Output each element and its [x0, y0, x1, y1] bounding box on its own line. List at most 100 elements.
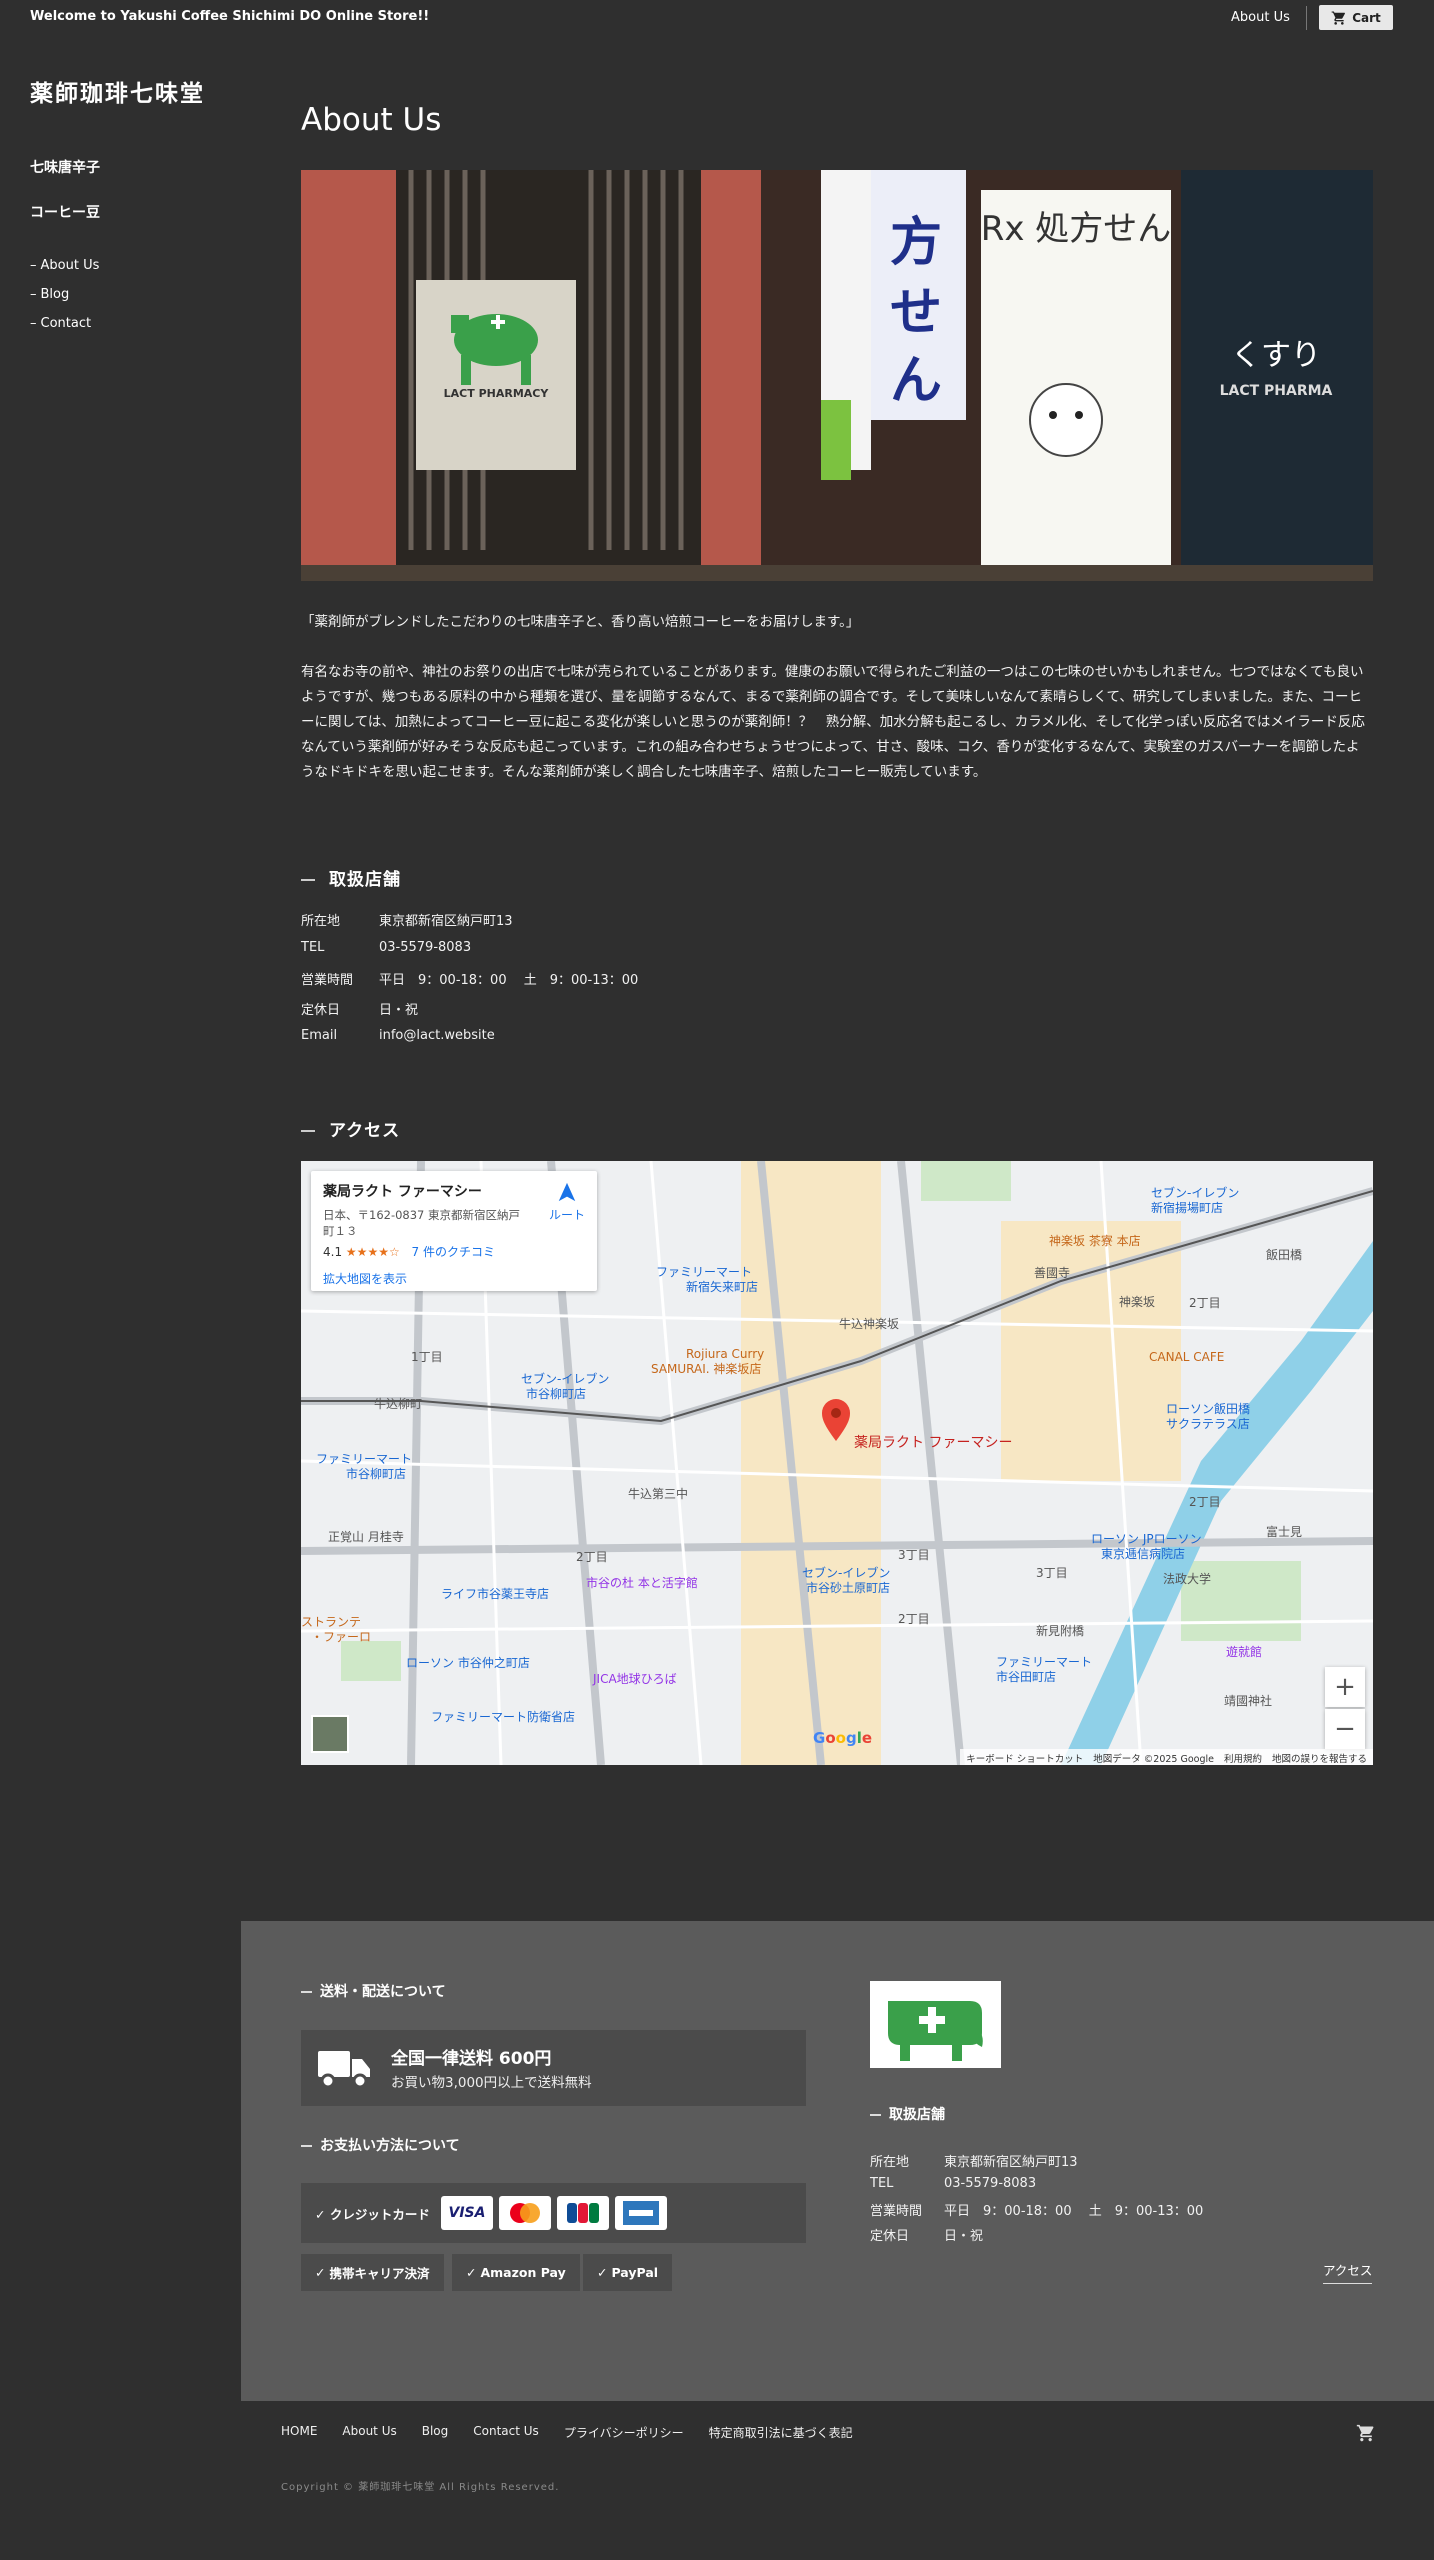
footer-row-address: 所在地 東京都新宿区納戸町13: [870, 2155, 1078, 2170]
brand-logo: [870, 1981, 1001, 2068]
mastercard-icon: [499, 2196, 551, 2230]
svg-text:市谷柳町店: 市谷柳町店: [526, 1386, 586, 1401]
zoom-out-button[interactable]: −: [1325, 1709, 1365, 1749]
intro-body: 有名なお寺の前や、神社のお祭りの出店で七味が売られていることがあります。健康のお…: [301, 664, 1365, 780]
bottom-link-home[interactable]: HOME: [281, 2424, 342, 2441]
svg-text:LACT PHARMA: LACT PHARMA: [1220, 383, 1333, 399]
jcb-icon: [557, 2196, 609, 2230]
svg-text:JICA地球ひろば: JICA地球ひろば: [592, 1672, 677, 1686]
place-name: 薬局ラクト ファーマシー: [323, 1184, 482, 1200]
svg-text:せ: せ: [890, 283, 942, 343]
svg-text:ファミリーマート: ファミリーマート: [656, 1265, 752, 1279]
bottom-link-contact[interactable]: Contact Us: [473, 2424, 564, 2441]
shop-row-tel: TEL 03-5579-8083: [301, 939, 472, 955]
svg-text:2丁目: 2丁目: [576, 1550, 608, 1564]
map-data-credit: 地図データ ©2025 Google: [1093, 1754, 1214, 1765]
svg-text:Rx 処方せん: Rx 処方せん: [981, 209, 1172, 249]
svg-text:2丁目: 2丁目: [1189, 1495, 1221, 1509]
footer-shop-title: 取扱店舗: [870, 2104, 945, 2124]
bottom-link-about[interactable]: About Us: [342, 2424, 421, 2441]
svg-text:薬局ラクト ファーマシー: 薬局ラクト ファーマシー: [854, 1435, 1012, 1451]
svg-text:市谷柳町店: 市谷柳町店: [346, 1466, 406, 1481]
svg-text:富士見: 富士見: [1266, 1524, 1302, 1539]
place-address: 日本、〒162-0837 東京都新宿区納戸町１３: [323, 1208, 521, 1238]
top-about-link[interactable]: About Us: [1231, 10, 1290, 25]
svg-text:市谷の杜 本と活字館: 市谷の杜 本と活字館: [586, 1575, 698, 1590]
svg-text:新宿矢来町店: 新宿矢来町店: [686, 1279, 758, 1294]
svg-text:ストランテ: ストランテ: [301, 1615, 361, 1629]
larger-map-link[interactable]: 拡大地図を表示: [323, 1270, 585, 1287]
top-bar: Welcome to Yakushi Coffee Shichimi DO On…: [0, 0, 1434, 36]
cart-icon: [1331, 10, 1346, 25]
shop-row-email: Email info@lact.website: [301, 1028, 495, 1043]
sidebar-link-blog[interactable]: Blog: [41, 287, 70, 302]
amazon-pay-chip: ✓ Amazon Pay: [452, 2254, 580, 2291]
svg-text:牛込柳町: 牛込柳町: [374, 1396, 422, 1411]
route-button[interactable]: ルート: [549, 1181, 585, 1223]
svg-text:ファミリーマート: ファミリーマート: [316, 1452, 412, 1466]
shop-row-closed: 定休日 日・祝: [301, 1002, 419, 1018]
map-place-card: 薬局ラクト ファーマシー 日本、〒162-0837 東京都新宿区納戸町１３ 4.…: [311, 1171, 597, 1291]
svg-text:3丁目: 3丁目: [1036, 1566, 1068, 1580]
site-title[interactable]: 薬師珈琲七味堂: [30, 74, 205, 108]
svg-text:新宿揚場町店: 新宿揚場町店: [1151, 1200, 1223, 1215]
svg-text:3丁目: 3丁目: [898, 1548, 930, 1562]
svg-text:神楽坂: 神楽坂: [1119, 1295, 1155, 1309]
google-logo: Google: [813, 1729, 873, 1747]
shipping-flat-rate: 全国一律送料 600円: [391, 2049, 552, 2069]
sidebar-link-about[interactable]: About Us: [41, 258, 100, 273]
cart-button[interactable]: Cart: [1319, 5, 1393, 30]
paypal-chip: ✓ PayPal: [583, 2254, 673, 2291]
report-error-link[interactable]: 地図の誤りを報告する: [1272, 1751, 1367, 1765]
embedded-map[interactable]: ファミリーマート 新宿矢来町店 セブン-イレブン 市谷柳町店 ファミリーマート 市谷柳…: [301, 1161, 1373, 1765]
footer-access-link[interactable]: アクセス: [1323, 2260, 1373, 2284]
svg-text:靖國神社: 靖國神社: [1224, 1693, 1272, 1708]
svg-text:正覚山 月桂寺: 正覚山 月桂寺: [328, 1529, 404, 1544]
bottom-link-privacy[interactable]: プライバシーポリシー: [564, 2424, 709, 2441]
svg-text:くすり: くすり: [1231, 338, 1321, 373]
category-coffee[interactable]: コーヒー豆: [30, 202, 100, 222]
svg-text:CANAL CAFE: CANAL CAFE: [1149, 1350, 1224, 1364]
footer-row-closed: 定休日 日・祝: [870, 2228, 984, 2244]
svg-text:・ファーロ: ・ファーロ: [311, 1630, 371, 1644]
shop-info-table: 所在地 東京都新宿区納戸町13 TEL 03-5579-8083 営業時間 平日 9：…: [301, 910, 638, 1058]
zoom-in-button[interactable]: +: [1325, 1667, 1365, 1707]
access-section-title: アクセス: [301, 1116, 400, 1141]
svg-text:セブン-イレブン: セブン-イレブン: [802, 1565, 890, 1580]
svg-text:方: 方: [890, 213, 942, 273]
footer-row-tel: TEL 03-5579-8083: [870, 2175, 1037, 2191]
keyboard-shortcuts-link[interactable]: キーボード ショートカット: [966, 1751, 1083, 1765]
bottom-link-legal[interactable]: 特定商取引法に基づく表記: [709, 2424, 878, 2441]
sidebar-link-contact[interactable]: Contact: [41, 316, 92, 331]
svg-text:飯田橋: 飯田橋: [1266, 1247, 1302, 1262]
svg-text:市谷砂土原町店: 市谷砂土原町店: [806, 1580, 890, 1595]
svg-text:新見附橋: 新見附橋: [1036, 1623, 1084, 1638]
svg-text:LACT PHARMACY: LACT PHARMACY: [444, 387, 550, 400]
shipping-title: 送料・配送について: [301, 1981, 446, 2001]
svg-text:セブン-イレブン: セブン-イレブン: [1151, 1185, 1239, 1200]
svg-text:ローソン飯田橋: ローソン飯田橋: [1166, 1401, 1250, 1416]
reviews-link[interactable]: 7 件のクチコミ: [412, 1245, 495, 1259]
satellite-toggle[interactable]: [311, 1715, 349, 1753]
footer-cart-icon[interactable]: [1356, 2423, 1376, 2447]
truck-icon: [318, 2051, 370, 2089]
svg-text:牛込神楽坂: 牛込神楽坂: [839, 1316, 899, 1331]
intro-text: 「薬剤師がブレンドしたこだわりの七味唐辛子と、香り高い焙煎コーヒーをお届けします…: [301, 610, 1373, 785]
terms-link[interactable]: 利用規約: [1224, 1751, 1262, 1765]
svg-text:ファミリーマート防衛省店: ファミリーマート防衛省店: [431, 1709, 575, 1724]
svg-text:Rojiura Curry: Rojiura Curry: [686, 1347, 764, 1361]
shipping-free-condition: お買い物3,000円以上で送料無料: [391, 2075, 592, 2091]
footer-info: 送料・配送について 全国一律送料 600円 お買い物3,000円以上で送料無料 …: [241, 1921, 1434, 2401]
svg-text:遊就館: 遊就館: [1226, 1644, 1262, 1659]
footer-shop-table: 所在地 東京都新宿区納戸町13 TEL 03-5579-8083 営業時間 平日 9：…: [870, 2151, 1203, 2249]
shop-row-hours: 営業時間 平日 9：00-18：00 土 9：00-13：00: [301, 973, 639, 988]
footer-row-hours: 営業時間 平日 9：00-18：00 土 9：00-13：00: [870, 2204, 1204, 2219]
top-divider: [1306, 6, 1307, 30]
category-shichimi[interactable]: 七味唐辛子: [30, 157, 100, 177]
bottom-link-blog[interactable]: Blog: [422, 2424, 474, 2441]
svg-text:サクラテラス店: サクラテラス店: [1166, 1417, 1250, 1431]
bottom-nav: HOME About Us Blog Contact Us プライバシーポリシー…: [281, 2424, 878, 2441]
svg-text:ファミリーマート: ファミリーマート: [996, 1655, 1092, 1669]
svg-text:セブン-イレブン: セブン-イレブン: [521, 1371, 609, 1386]
svg-text:SAMURAI. 神楽坂店: SAMURAI. 神楽坂店: [651, 1362, 761, 1376]
